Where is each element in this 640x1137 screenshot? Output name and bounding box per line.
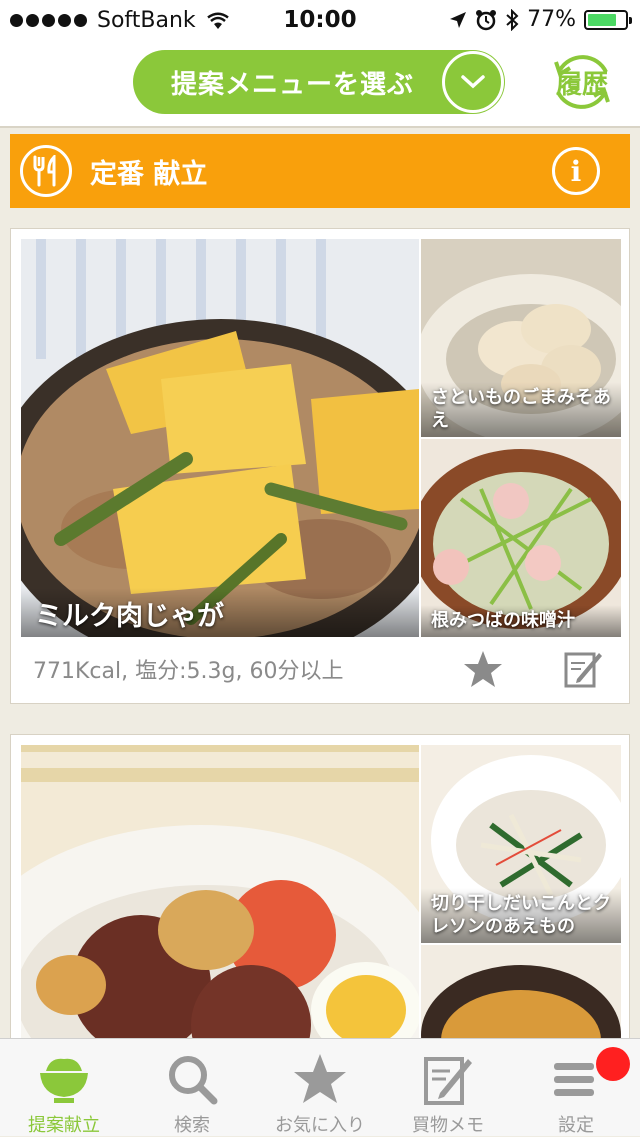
battery-icon bbox=[584, 9, 632, 30]
tab-favorites[interactable]: お気に入り bbox=[256, 1039, 384, 1136]
memo-icon bbox=[424, 1057, 472, 1105]
tab-shopping-memo[interactable]: 買物メモ bbox=[384, 1039, 512, 1136]
tab-label: お気に入り bbox=[275, 1115, 365, 1136]
tab-label: 買物メモ bbox=[412, 1115, 484, 1136]
tab-settings[interactable]: 設定 bbox=[512, 1039, 640, 1136]
select-menu-label: 提案メニューを選ぶ bbox=[171, 69, 415, 100]
tab-search[interactable]: 検索 bbox=[128, 1039, 256, 1136]
nav-bar: 提案メニューを選ぶ 履歴 bbox=[0, 40, 640, 128]
tab-label: 提案献立 bbox=[28, 1115, 100, 1136]
side-dish-image-1[interactable]: 切り干しだいこんとクレソンのあえもの bbox=[421, 745, 621, 943]
tab-suggested-menu[interactable]: 提案献立 bbox=[0, 1039, 128, 1136]
tab-label: 検索 bbox=[174, 1115, 210, 1136]
search-icon bbox=[169, 1056, 218, 1105]
menu-card[interactable]: ミルク肉じゃが さといものごまみそあえ 根みつばの味噌汁 771Kcal, 塩分… bbox=[10, 228, 630, 704]
rice-bowl-icon bbox=[40, 1058, 88, 1103]
section-title: 定番 献立 bbox=[90, 158, 208, 190]
history-label: 履歴 bbox=[555, 69, 608, 100]
nutrition-info: 771Kcal, 塩分:5.3g, 60分以上 bbox=[33, 659, 344, 684]
info-icon[interactable]: i bbox=[552, 147, 600, 195]
favorite-star-icon[interactable] bbox=[463, 649, 503, 689]
location-icon bbox=[450, 11, 467, 28]
side-dish-name-1: 切り干しだいこんとクレソンのあえもの bbox=[421, 888, 621, 943]
shopping-memo-icon[interactable] bbox=[563, 649, 603, 689]
status-right: 77% bbox=[449, 7, 632, 32]
main-dish-name: ミルク肉じゃが bbox=[21, 588, 419, 637]
battery-percent: 77% bbox=[527, 7, 576, 32]
status-bar: SoftBank 10:00 77% bbox=[0, 0, 640, 40]
history-button[interactable]: 履歴 bbox=[548, 48, 616, 116]
side-dish-image-1[interactable]: さといものごまみそあえ bbox=[421, 239, 621, 437]
menu-card[interactable]: 切り干しだいこんとクレソンのあえもの bbox=[10, 734, 630, 1065]
section-header: 定番 献立 i bbox=[10, 134, 630, 208]
tab-label: 設定 bbox=[558, 1115, 594, 1136]
alarm-icon bbox=[476, 9, 497, 30]
notification-badge bbox=[596, 1047, 630, 1081]
side-dish-name-2: 根みつばの味噌汁 bbox=[421, 605, 621, 637]
star-icon bbox=[294, 1054, 346, 1103]
chevron-down-icon[interactable] bbox=[442, 51, 504, 113]
select-menu-button[interactable]: 提案メニューを選ぶ bbox=[133, 50, 505, 114]
bluetooth-icon bbox=[506, 8, 519, 31]
fork-knife-icon bbox=[20, 145, 72, 197]
side-dish-image-2[interactable]: 根みつばの味噌汁 bbox=[421, 439, 621, 637]
main-dish-image[interactable] bbox=[21, 745, 419, 1065]
side-dish-name-1: さといものごまみそあえ bbox=[421, 382, 621, 437]
tab-bar: 提案献立 検索 お気に入り 買物メモ 設定 bbox=[0, 1038, 640, 1136]
main-dish-image[interactable]: ミルク肉じゃが bbox=[21, 239, 419, 637]
